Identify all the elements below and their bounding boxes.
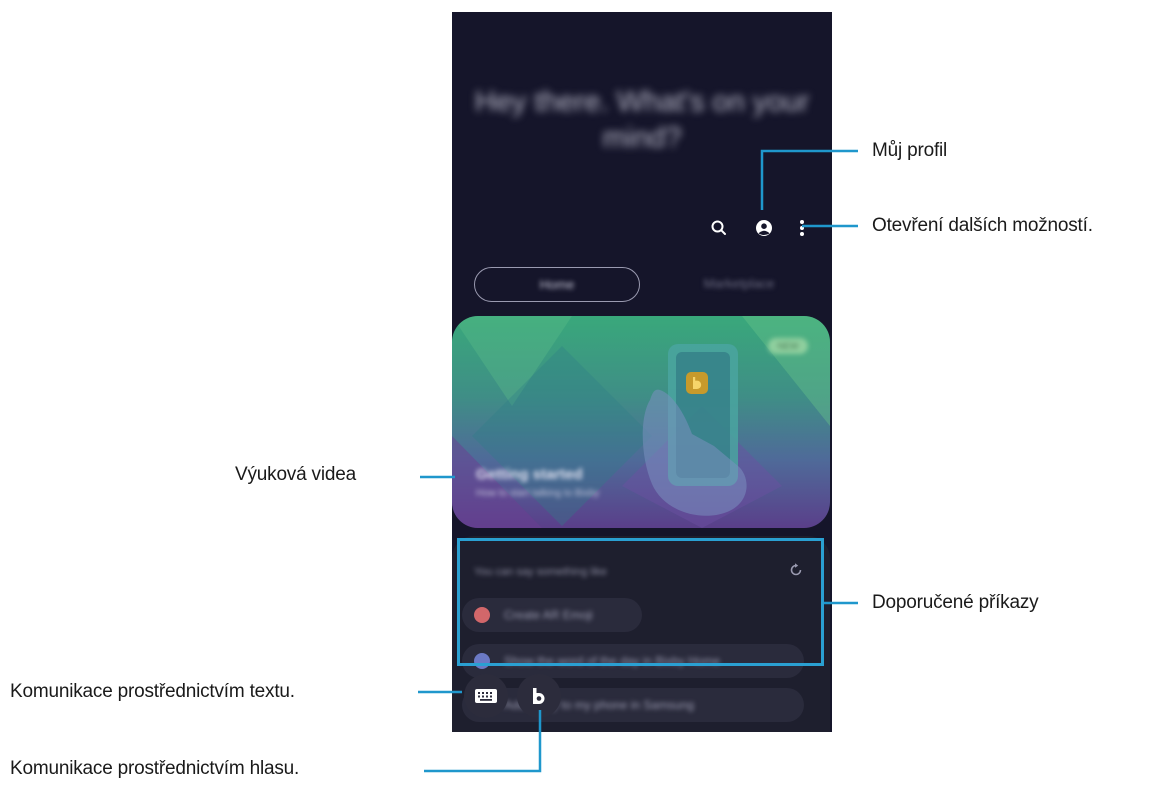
callout-voice-communication: Komunikace prostřednictvím hlasu. — [10, 758, 300, 779]
callout-tutorial-videos: Výuková videa — [235, 464, 356, 485]
callout-lines — [418, 149, 858, 773]
callout-more-options: Otevření dalších možností. — [872, 215, 1093, 236]
callout-suggested-commands: Doporučené příkazy — [872, 592, 1039, 613]
callout-my-profile: Můj profil — [872, 140, 948, 161]
callout-text-communication: Komunikace prostřednictvím textu. — [10, 681, 295, 702]
